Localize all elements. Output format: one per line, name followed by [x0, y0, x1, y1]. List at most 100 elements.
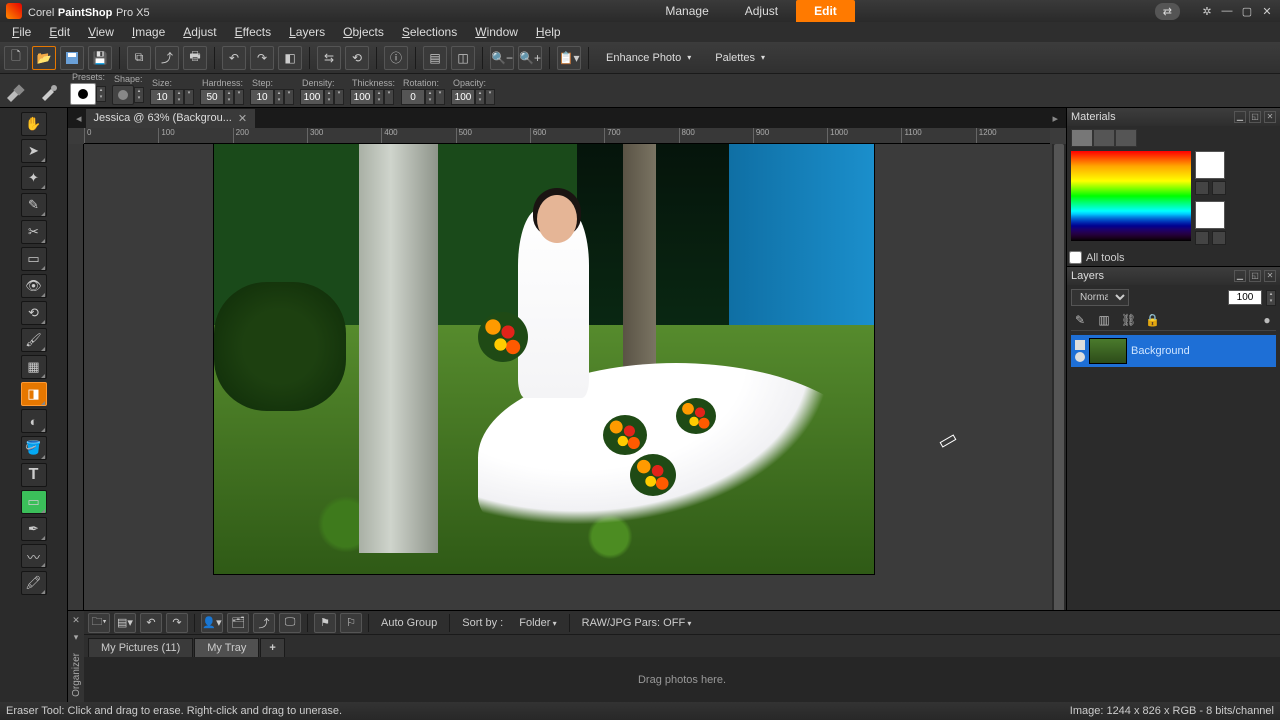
fg-style-icon[interactable] — [1195, 181, 1209, 195]
layers-min-icon[interactable]: ▁ — [1234, 270, 1246, 282]
org-browse-button[interactable]: 🗀▾ — [88, 613, 110, 633]
menu-file[interactable]: File — [4, 23, 39, 41]
canvas-button[interactable]: ◫ — [451, 46, 475, 70]
pen-tool[interactable]: ✒ — [21, 517, 47, 541]
saveas-button[interactable]: 💾 — [88, 46, 112, 70]
layer-fx-icon[interactable]: ✎ — [1073, 313, 1087, 327]
organizer-collapse-icon[interactable]: ▾ — [74, 632, 79, 643]
tab-edit[interactable]: Edit — [796, 0, 855, 22]
menu-window[interactable]: Window — [467, 23, 526, 41]
crop-tool[interactable]: ✂ — [21, 220, 47, 244]
lightenshadow-tool[interactable]: ◐ — [21, 409, 47, 433]
info-button[interactable]: ⓘ — [384, 46, 408, 70]
preset-picker[interactable] — [70, 83, 96, 105]
shape-picker[interactable] — [112, 85, 134, 105]
size-spin[interactable]: ▴▾ — [174, 89, 184, 105]
warp-tool[interactable]: 〰 — [21, 544, 47, 568]
close-button[interactable]: ✕ — [1260, 5, 1274, 17]
materials-tab-grid[interactable] — [1115, 129, 1137, 147]
eraser-tool[interactable]: ◨ — [21, 382, 47, 406]
magicwand-tool[interactable]: ✦ — [21, 166, 47, 190]
all-tools-checkbox[interactable] — [1069, 251, 1082, 264]
hardness-input[interactable] — [200, 89, 224, 105]
layers-close-icon[interactable]: ✕ — [1264, 270, 1276, 282]
org-tab-mytray[interactable]: My Tray — [194, 638, 259, 657]
menu-help[interactable]: Help — [528, 23, 569, 41]
shape-dropdown[interactable]: ▴▾ — [134, 87, 144, 103]
background-swatch[interactable] — [1195, 201, 1225, 229]
panel-close-icon[interactable]: ✕ — [1264, 111, 1276, 123]
menu-image[interactable]: Image — [124, 23, 173, 41]
org-tab-add[interactable]: + — [260, 638, 284, 657]
menu-adjust[interactable]: Adjust — [175, 23, 224, 41]
redo-button[interactable]: ↷ — [250, 46, 274, 70]
share-button[interactable]: ⤴ — [155, 46, 179, 70]
tab-adjust[interactable]: Adjust — [727, 0, 796, 22]
resize-button[interactable]: ▤ — [423, 46, 447, 70]
step-input[interactable] — [250, 89, 274, 105]
org-flag2-button[interactable]: ⚐ — [340, 613, 362, 633]
pan-tool[interactable]: ✋ — [21, 112, 47, 136]
size-input[interactable] — [150, 89, 174, 105]
density-input[interactable] — [300, 89, 324, 105]
layer-row-background[interactable]: Background — [1071, 335, 1276, 367]
layer-opacity-input[interactable] — [1228, 290, 1262, 305]
panel-float-icon[interactable]: ◱ — [1249, 111, 1261, 123]
dropper-tool[interactable]: ✎ — [21, 193, 47, 217]
tab-scroll-left[interactable]: ◂ — [72, 112, 86, 125]
layer-visibility-icon[interactable]: ▥ — [1097, 313, 1111, 327]
thickness-input[interactable] — [350, 89, 374, 105]
panel-min-icon[interactable]: ▁ — [1234, 111, 1246, 123]
layer-visibility-eye-icon[interactable] — [1075, 352, 1085, 362]
org-folder-dropdown[interactable]: Folder — [513, 617, 562, 629]
history-button[interactable]: ◧ — [278, 46, 302, 70]
org-people-button[interactable]: 👤▾ — [201, 613, 223, 633]
foreground-swatch[interactable] — [1195, 151, 1225, 179]
save-button[interactable] — [60, 46, 84, 70]
perspective-tool[interactable]: ▭ — [21, 247, 47, 271]
settings-icon[interactable]: ✲ — [1200, 5, 1214, 17]
org-screen-button[interactable]: 🖵 — [279, 613, 301, 633]
paste-button[interactable]: 📋▾ — [557, 46, 581, 70]
undo-button[interactable]: ↶ — [222, 46, 246, 70]
org-rotleft-button[interactable]: ↶ — [140, 613, 162, 633]
paintbrush-tool[interactable]: 🖌 — [21, 328, 47, 352]
materials-tab-rainbow[interactable] — [1071, 129, 1093, 147]
preset-dropdown[interactable]: ▴▾ — [96, 86, 106, 102]
blend-mode-select[interactable]: Normal — [1071, 289, 1129, 306]
org-rotright-button[interactable]: ↷ — [166, 613, 188, 633]
organizer-close-icon[interactable]: ✕ — [72, 615, 80, 626]
fill-tool[interactable]: 🪣 — [21, 436, 47, 460]
tool-variant-icon[interactable] — [36, 77, 64, 105]
menu-effects[interactable]: Effects — [227, 23, 279, 41]
layers-float-icon[interactable]: ◱ — [1249, 270, 1261, 282]
enhance-photo-dropdown[interactable]: Enhance Photo — [596, 48, 701, 68]
zoomout-button[interactable]: 🔍− — [490, 46, 514, 70]
org-places-button[interactable]: 🗂 — [227, 613, 249, 633]
density-spin[interactable]: ▴▾ — [324, 89, 334, 105]
org-share-button[interactable]: ⤴ — [253, 613, 275, 633]
pointer-tool[interactable]: ➤ — [21, 139, 47, 163]
layer-lock-icon[interactable]: 🔒 — [1145, 313, 1159, 327]
layer-link-icon[interactable]: ⛓ — [1121, 313, 1135, 327]
rotation-input[interactable] — [401, 89, 425, 105]
menu-view[interactable]: View — [80, 23, 122, 41]
organizer-drop-area[interactable]: Drag photos here. — [84, 657, 1280, 702]
redeye-tool[interactable]: 👁 — [21, 274, 47, 298]
org-autogroup-button[interactable]: Auto Group — [375, 617, 443, 629]
menu-layers[interactable]: Layers — [281, 23, 333, 41]
print-button[interactable]: 🖶 — [183, 46, 207, 70]
org-tab-mypictures[interactable]: My Pictures (11) — [88, 638, 193, 657]
new-button[interactable]: 🗋 — [4, 46, 28, 70]
fg-texture-icon[interactable] — [1212, 181, 1226, 195]
hardness-spin[interactable]: ▴▾ — [224, 89, 234, 105]
rotation-spin[interactable]: ▴▾ — [425, 89, 435, 105]
bg-style-icon[interactable] — [1195, 231, 1209, 245]
org-thumbnails-button[interactable]: ▤▾ — [114, 613, 136, 633]
menu-objects[interactable]: Objects — [335, 23, 392, 41]
menu-edit[interactable]: Edit — [41, 23, 78, 41]
layer-opacity-spin[interactable]: ▴▾ — [1266, 290, 1276, 306]
tab-scroll-right[interactable]: ▸ — [1048, 112, 1062, 125]
layer-styles-icon[interactable]: ● — [1260, 313, 1274, 327]
document-tab[interactable]: Jessica @ 63% (Backgrou... ✕ — [86, 109, 256, 128]
